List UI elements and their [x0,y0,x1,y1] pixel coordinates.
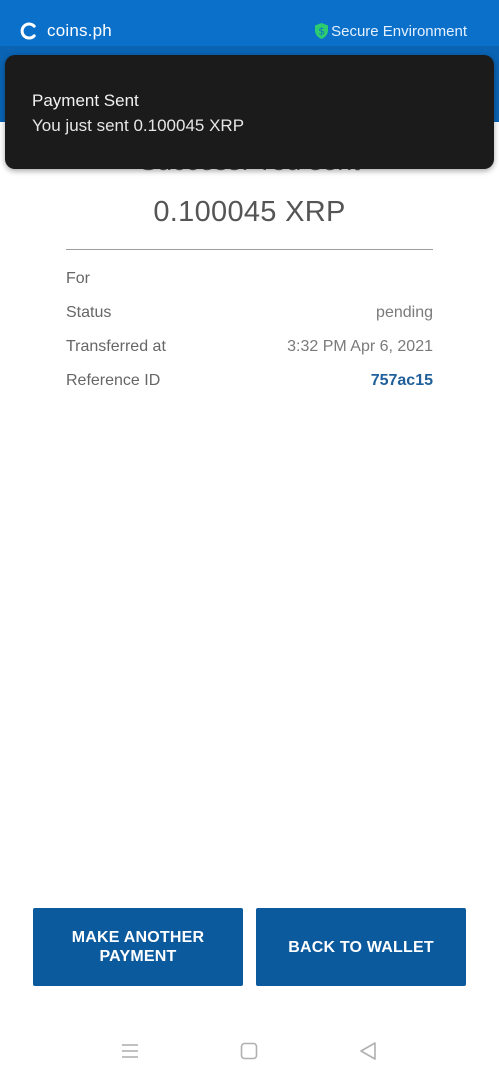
make-another-payment-button[interactable]: MAKE ANOTHER PAYMENT [33,908,243,986]
brand: coins.ph [20,18,112,44]
detail-label: For [66,270,90,287]
system-navigation-bar [0,1024,499,1080]
detail-row-transferred-at: Transferred at 3:32 PM Apr 6, 2021 [66,330,433,364]
transaction-details: For Status pending Transferred at 3:32 P… [66,262,433,398]
detail-row-for: For [66,262,433,296]
divider [66,249,433,250]
notification-title: Payment Sent [32,91,139,110]
menu-icon[interactable] [119,1040,141,1062]
home-square-icon[interactable] [238,1040,260,1062]
payment-sent-notification[interactable]: Payment Sent You just sent 0.100045 XRP [5,55,494,169]
detail-label: Reference ID [66,372,161,389]
reference-id-link[interactable]: 757ac15 [371,372,433,390]
status-value: pending [376,304,433,321]
shield-dollar-icon: $ [315,23,329,39]
svg-text:$: $ [318,27,324,38]
detail-label: Transferred at [66,338,166,355]
detail-label: Status [66,304,112,321]
detail-row-reference-id: Reference ID 757ac15 [66,364,433,398]
detail-row-status: Status pending [66,296,433,330]
back-to-wallet-button[interactable]: BACK TO WALLET [256,908,466,986]
sent-amount: 0.100045 XRP [153,196,346,228]
notification-message: You just sent 0.100045 XRP [32,116,245,135]
secure-label: Secure Environment [331,22,467,40]
transferred-at-value: 3:32 PM Apr 6, 2021 [287,338,433,355]
coins-logo-icon [20,22,36,40]
brand-name: coins.ph [47,21,112,40]
secure-environment-badge: $ Secure Environment [314,20,467,42]
payment-success-screen: coins.ph $ Secure Environment Success! Y… [0,0,499,1080]
back-triangle-icon[interactable] [357,1040,379,1062]
